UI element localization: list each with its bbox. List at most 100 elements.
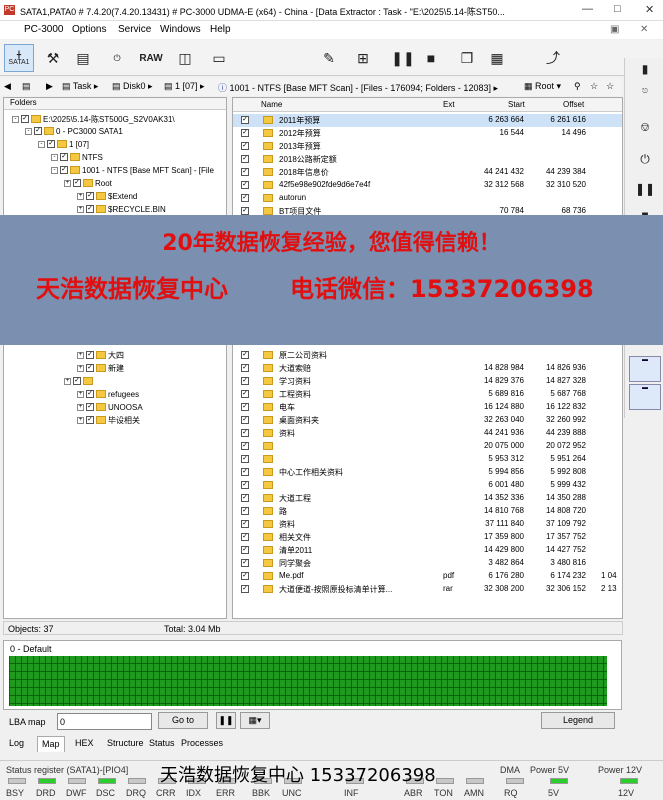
column-name[interactable]: Name [261, 100, 282, 109]
tree-node[interactable]: + ✓ UNOOSA [77, 401, 143, 413]
file-row[interactable]: ✓ 中心工作相关资料 5 994 856 5 992 808 [233, 466, 622, 479]
expand-icon[interactable]: + [77, 364, 84, 372]
tree-node[interactable]: - ✓ E:\2025\5.14-陈ST500G_S2V0AK31\ [12, 113, 175, 125]
file-row[interactable]: ✓ 资料 44 241 936 44 239 888 [233, 427, 622, 440]
file-row[interactable]: ✓ 路 14 810 768 14 808 720 [233, 505, 622, 518]
file-row[interactable]: ✓ 相关文件 17 359 800 17 357 752 [233, 531, 622, 544]
tree-node[interactable]: + ✓ $RECYCLE.BIN [77, 203, 166, 215]
menu-service[interactable]: Service [118, 24, 151, 35]
tools-icon[interactable]: ⚒ [40, 44, 66, 72]
checkbox[interactable]: ✓ [241, 155, 249, 163]
file-row[interactable]: ✓ 42f5e98e902fde9d6e7e4f 32 312 568 32 310 … [233, 179, 622, 192]
checkbox[interactable]: ✓ [241, 546, 249, 554]
checkbox[interactable]: ✓ [86, 205, 94, 213]
expand-icon[interactable]: + [77, 351, 84, 359]
pause-side-icon[interactable]: ❚❚ [631, 182, 659, 204]
checkbox[interactable]: ✓ [86, 416, 94, 424]
tree-node[interactable]: - ✓ 0 - PC3000 SATA1 [25, 125, 123, 137]
disk-crumb[interactable]: ▤ Disk0 ▸ [112, 81, 153, 92]
back-icon[interactable]: ◀ [4, 81, 11, 92]
checkbox[interactable]: ✓ [34, 127, 42, 135]
battery-icon[interactable]: ▮ [631, 62, 659, 84]
tree-node[interactable]: + ✓ 新建 [77, 362, 124, 374]
search-icon[interactable]: ⚲ [574, 81, 581, 92]
tree-node[interactable]: - ✓ NTFS [51, 151, 103, 163]
forward-icon[interactable]: ▶ [46, 81, 53, 92]
checkbox[interactable]: ✓ [241, 116, 249, 124]
expand-icon[interactable]: + [64, 179, 71, 187]
menu-help[interactable]: Help [210, 24, 231, 35]
checkbox[interactable]: ✓ [60, 166, 68, 174]
checkbox[interactable]: ✓ [86, 351, 94, 359]
checkbox[interactable]: ✓ [241, 351, 249, 359]
tab-log[interactable]: Log [9, 738, 24, 748]
sata-port-button[interactable]: ╋ SATA1 [4, 44, 34, 72]
checkbox[interactable]: ✓ [241, 377, 249, 385]
tree-node[interactable]: - ✓ 1001 - NTFS [Base MFT Scan] - [File [51, 164, 214, 176]
tab-processes[interactable]: Processes [181, 738, 223, 748]
minimize-icon[interactable]: — [582, 3, 593, 15]
favorite-icon[interactable]: ☆ [590, 81, 598, 92]
file-row[interactable]: ✓ 原二公司资料 [233, 349, 622, 362]
partition-crumb[interactable]: ▤ 1 [07] ▸ [164, 81, 205, 92]
drive-icon[interactable]: ▭ [206, 44, 232, 72]
checkbox[interactable]: ✓ [241, 168, 249, 176]
checkbox[interactable]: ✓ [241, 455, 249, 463]
checkbox[interactable]: ✓ [241, 129, 249, 137]
tree-node[interactable]: + ✓ [64, 375, 95, 387]
tree-icon[interactable]: ⊞ [350, 44, 376, 72]
stop-icon[interactable]: ■ [418, 44, 444, 72]
goto-button[interactable]: Go to [158, 712, 208, 729]
checkbox[interactable]: ✓ [86, 390, 94, 398]
close-mdi-icon[interactable]: ✕ [640, 24, 648, 35]
pause-map-icon[interactable]: ❚❚ [216, 712, 236, 729]
hdd2-icon[interactable]: ▬ [629, 384, 661, 410]
checkbox[interactable]: ✓ [241, 390, 249, 398]
tree-node[interactable]: + ✓ refugees [77, 388, 139, 400]
menu-pc3000[interactable]: PC-3000 [24, 24, 63, 35]
root-crumb[interactable]: ▦ Root ▾ [524, 81, 561, 92]
exit-icon[interactable]: ⤴ [540, 44, 566, 72]
legend-button[interactable]: Legend [541, 712, 615, 729]
checkbox[interactable]: ✓ [47, 140, 55, 148]
checkbox[interactable]: ✓ [86, 403, 94, 411]
file-row[interactable]: ✓ 2011年预算 6 263 664 6 261 616 [233, 114, 622, 127]
file-row[interactable]: ✓ 5 953 312 5 951 264 [233, 453, 622, 466]
column-ext[interactable]: Ext [443, 100, 455, 109]
checkbox[interactable]: ✓ [241, 207, 249, 215]
edit-icon[interactable]: ✎ [316, 44, 342, 72]
file-row[interactable]: ✓ Me.pdf pdf 6 176 280 6 174 232 1 04 [233, 570, 622, 583]
tab-structure[interactable]: Structure [107, 738, 144, 748]
expand-icon[interactable]: + [77, 192, 84, 200]
checkbox[interactable]: ✓ [241, 416, 249, 424]
expand-icon[interactable]: - [38, 140, 45, 148]
file-row[interactable]: ✓ 工程资料 5 689 816 5 687 768 [233, 388, 622, 401]
checkbox[interactable]: ✓ [60, 153, 68, 161]
file-row[interactable]: ✓ 2018年信息价 44 241 432 44 239 384 [233, 166, 622, 179]
tab-map[interactable]: Map [37, 736, 65, 752]
power-icon[interactable]: ⏻ [104, 44, 130, 72]
script-icon[interactable]: ▤ [70, 44, 96, 72]
file-row[interactable]: ✓ 电车 16 124 880 16 122 832 [233, 401, 622, 414]
checkbox[interactable]: ✓ [241, 585, 249, 593]
expand-icon[interactable]: + [77, 416, 84, 424]
expand-icon[interactable]: + [64, 377, 71, 385]
tree-node[interactable]: + ✓ $Extend [77, 190, 137, 202]
checkbox[interactable]: ✓ [241, 403, 249, 411]
file-row[interactable]: ✓ 大道工程 14 352 336 14 350 288 [233, 492, 622, 505]
lba-input[interactable] [57, 713, 152, 730]
database-icon[interactable]: ◫ [172, 44, 198, 72]
restore-icon[interactable]: ▣ [610, 24, 619, 35]
checkbox[interactable]: ✓ [241, 481, 249, 489]
tree-node[interactable]: - ✓ 1 [07] [38, 138, 89, 150]
checkbox[interactable]: ✓ [241, 181, 249, 189]
expand-icon[interactable]: - [12, 115, 19, 123]
checkbox[interactable]: ✓ [241, 507, 249, 515]
file-row[interactable]: ✓ 2018公路新定额 [233, 153, 622, 166]
checkbox[interactable]: ✓ [241, 520, 249, 528]
menu-windows[interactable]: Windows [160, 24, 201, 35]
expand-icon[interactable]: + [77, 390, 84, 398]
tab-hex[interactable]: HEX [75, 738, 94, 748]
checkbox[interactable]: ✓ [21, 115, 29, 123]
file-row[interactable]: ✓ 桌面资料夹 32 263 040 32 260 992 [233, 414, 622, 427]
